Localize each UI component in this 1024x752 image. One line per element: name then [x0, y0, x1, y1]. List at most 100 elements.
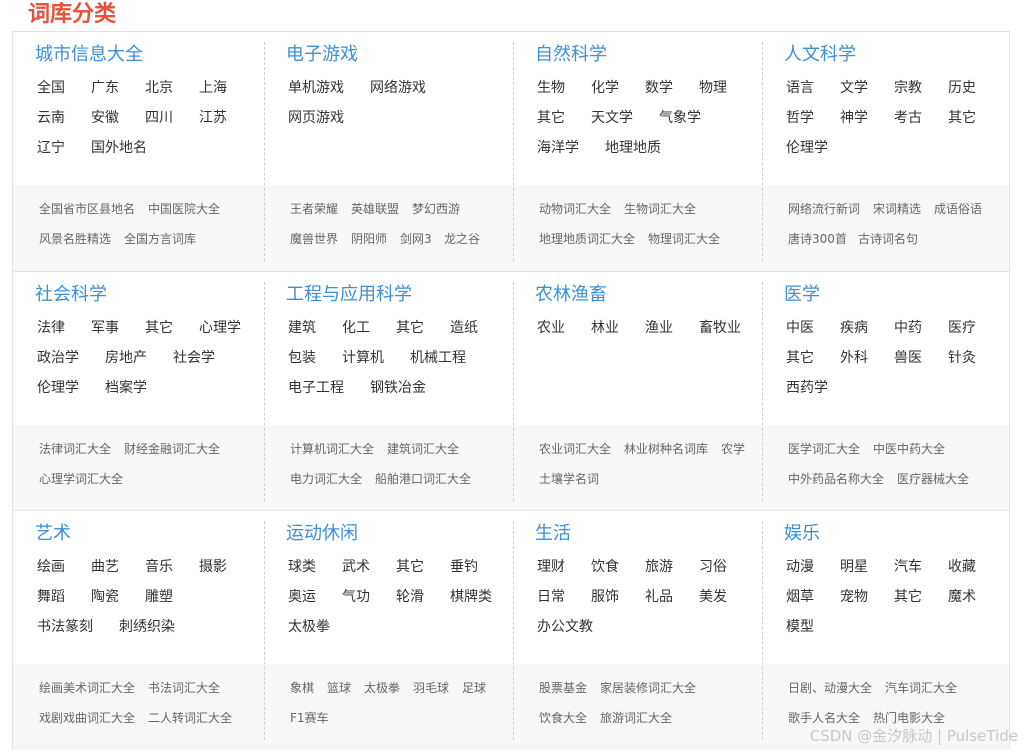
subcategory-link[interactable]: 江苏 [199, 108, 227, 128]
subcategory-link[interactable]: 林业 [591, 318, 619, 338]
subcategory-link[interactable]: 其它 [396, 318, 424, 338]
subcategory-link[interactable]: 地理地质 [605, 138, 661, 158]
lexicon-link[interactable]: 饮食大全 [539, 709, 587, 727]
subcategory-link[interactable]: 明星 [840, 557, 868, 577]
subcategory-link[interactable]: 文学 [840, 78, 868, 98]
subcategory-link[interactable]: 伦理学 [786, 138, 828, 158]
category-title[interactable]: 娱乐 [784, 521, 820, 547]
lexicon-link[interactable]: 建筑词汇大全 [387, 440, 459, 458]
category-title[interactable]: 工程与应用科学 [286, 282, 412, 308]
category-title[interactable]: 电子游戏 [286, 42, 358, 68]
subcategory-link[interactable]: 模型 [786, 617, 814, 637]
subcategory-link[interactable]: 收藏 [948, 557, 976, 577]
lexicon-link[interactable]: 计算机词汇大全 [290, 440, 374, 458]
lexicon-link[interactable]: 心理学词汇大全 [39, 470, 123, 488]
subcategory-link[interactable]: 畜牧业 [699, 318, 741, 338]
subcategory-link[interactable]: 军事 [91, 318, 119, 338]
subcategory-link[interactable]: 绘画 [37, 557, 65, 577]
subcategory-link[interactable]: 法律 [37, 318, 65, 338]
subcategory-link[interactable]: 旅游 [645, 557, 673, 577]
subcategory-link[interactable]: 国外地名 [91, 138, 147, 158]
subcategory-link[interactable]: 房地产 [105, 348, 147, 368]
subcategory-link[interactable]: 饮食 [591, 557, 619, 577]
subcategory-link[interactable]: 魔术 [948, 587, 976, 607]
lexicon-link[interactable]: 龙之谷 [444, 230, 480, 248]
subcategory-link[interactable]: 美发 [699, 587, 727, 607]
subcategory-link[interactable]: 生物 [537, 78, 565, 98]
subcategory-link[interactable]: 北京 [145, 78, 173, 98]
lexicon-link[interactable]: 成语俗语 [934, 200, 982, 218]
subcategory-link[interactable]: 化工 [342, 318, 370, 338]
subcategory-link[interactable]: 神学 [840, 108, 868, 128]
lexicon-link[interactable]: 阴阳师 [351, 230, 387, 248]
subcategory-link[interactable]: 物理 [699, 78, 727, 98]
subcategory-link[interactable]: 其它 [537, 108, 565, 128]
subcategory-link[interactable]: 太极拳 [288, 617, 330, 637]
subcategory-link[interactable]: 理财 [537, 557, 565, 577]
subcategory-link[interactable]: 电子工程 [288, 378, 344, 398]
subcategory-link[interactable]: 其它 [948, 108, 976, 128]
lexicon-link[interactable]: 医学词汇大全 [788, 440, 860, 458]
subcategory-link[interactable]: 全国 [37, 78, 65, 98]
subcategory-link[interactable]: 上海 [199, 78, 227, 98]
lexicon-link[interactable]: 象棋 [290, 679, 314, 697]
lexicon-link[interactable]: 戏剧戏曲词汇大全 [39, 709, 135, 727]
lexicon-link[interactable]: 船舶港口词汇大全 [375, 470, 471, 488]
lexicon-link[interactable]: 足球 [462, 679, 486, 697]
lexicon-link[interactable]: 生物词汇大全 [624, 200, 696, 218]
subcategory-link[interactable]: 渔业 [645, 318, 673, 338]
lexicon-link[interactable]: 宋词精选 [873, 200, 921, 218]
subcategory-link[interactable]: 其它 [894, 587, 922, 607]
subcategory-link[interactable]: 陶瓷 [91, 587, 119, 607]
lexicon-link[interactable]: 英雄联盟 [351, 200, 399, 218]
lexicon-link[interactable]: 土壤学名词 [539, 470, 599, 488]
lexicon-link[interactable]: 王者荣耀 [290, 200, 338, 218]
lexicon-link[interactable]: 法律词汇大全 [39, 440, 111, 458]
subcategory-link[interactable]: 中药 [894, 318, 922, 338]
lexicon-link[interactable]: 梦幻西游 [412, 200, 460, 218]
subcategory-link[interactable]: 书法篆刻 [37, 617, 93, 637]
subcategory-link[interactable]: 音乐 [145, 557, 173, 577]
lexicon-link[interactable]: 农业词汇大全 [539, 440, 611, 458]
subcategory-link[interactable]: 网页游戏 [288, 108, 344, 128]
subcategory-link[interactable]: 机械工程 [410, 348, 466, 368]
subcategory-link[interactable]: 中医 [786, 318, 814, 338]
lexicon-link[interactable]: 医疗器械大全 [897, 470, 969, 488]
subcategory-link[interactable]: 礼品 [645, 587, 673, 607]
subcategory-link[interactable]: 云南 [37, 108, 65, 128]
subcategory-link[interactable]: 单机游戏 [288, 78, 344, 98]
lexicon-link[interactable]: 地理地质词汇大全 [539, 230, 635, 248]
category-title[interactable]: 城市信息大全 [35, 42, 143, 68]
subcategory-link[interactable]: 其它 [145, 318, 173, 338]
subcategory-link[interactable]: 轮滑 [396, 587, 424, 607]
subcategory-link[interactable]: 数学 [645, 78, 673, 98]
lexicon-link[interactable]: 汽车词汇大全 [885, 679, 957, 697]
category-title[interactable]: 农林渔畜 [535, 282, 607, 308]
subcategory-link[interactable]: 哲学 [786, 108, 814, 128]
lexicon-link[interactable]: 魔兽世界 [290, 230, 338, 248]
lexicon-link[interactable]: 绘画美术词汇大全 [39, 679, 135, 697]
lexicon-link[interactable]: 书法词汇大全 [148, 679, 220, 697]
subcategory-link[interactable]: 针灸 [948, 348, 976, 368]
subcategory-link[interactable]: 气象学 [659, 108, 701, 128]
subcategory-link[interactable]: 历史 [948, 78, 976, 98]
lexicon-link[interactable]: 财经金融词汇大全 [124, 440, 220, 458]
subcategory-link[interactable]: 农业 [537, 318, 565, 338]
subcategory-link[interactable]: 宗教 [894, 78, 922, 98]
lexicon-link[interactable]: 羽毛球 [413, 679, 449, 697]
subcategory-link[interactable]: 习俗 [699, 557, 727, 577]
lexicon-link[interactable]: 中国医院大全 [148, 200, 220, 218]
lexicon-link[interactable]: 全国方言词库 [124, 230, 196, 248]
lexicon-link[interactable]: 旅游词汇大全 [600, 709, 672, 727]
subcategory-link[interactable]: 球类 [288, 557, 316, 577]
subcategory-link[interactable]: 日常 [537, 587, 565, 607]
subcategory-link[interactable]: 医疗 [948, 318, 976, 338]
subcategory-link[interactable]: 其它 [786, 348, 814, 368]
lexicon-link[interactable]: 动物词汇大全 [539, 200, 611, 218]
subcategory-link[interactable]: 安徽 [91, 108, 119, 128]
subcategory-link[interactable]: 烟草 [786, 587, 814, 607]
subcategory-link[interactable]: 办公文教 [537, 617, 593, 637]
lexicon-link[interactable]: 二人转词汇大全 [148, 709, 232, 727]
category-title[interactable]: 人文科学 [784, 42, 856, 68]
category-title[interactable]: 社会科学 [35, 282, 107, 308]
